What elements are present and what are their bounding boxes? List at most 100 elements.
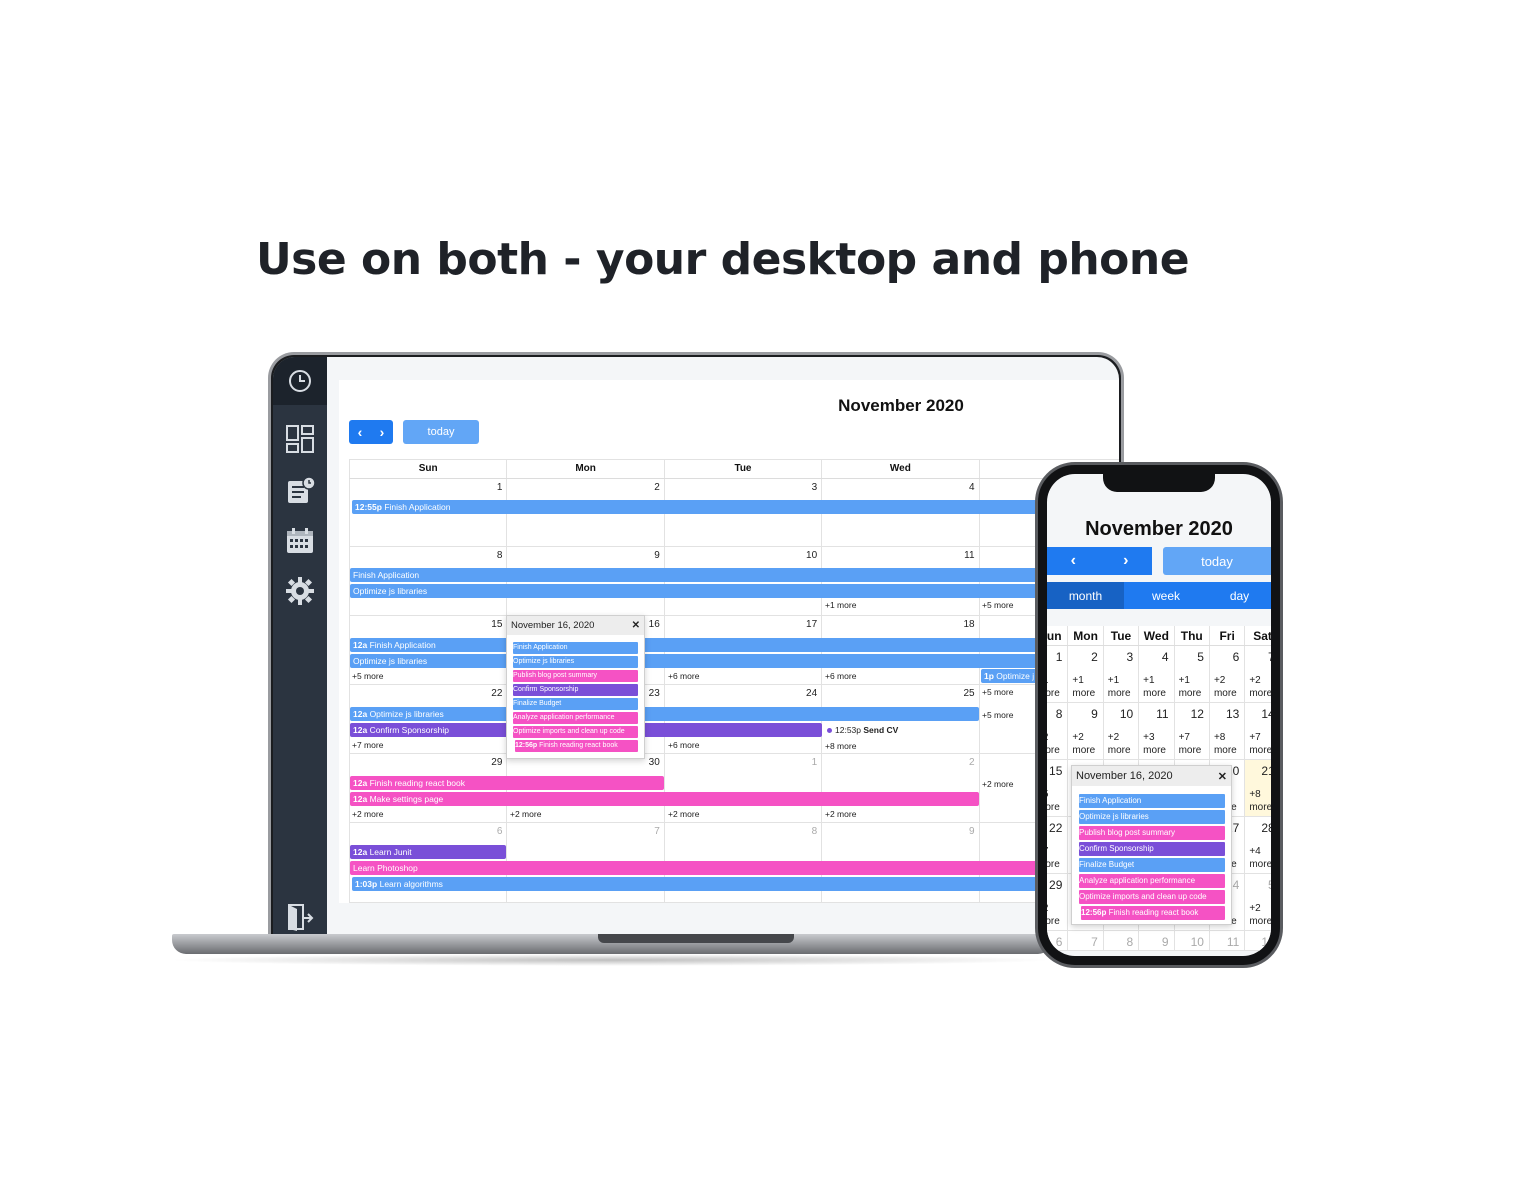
popover-event[interactable]: Finish Application <box>513 642 638 654</box>
day-number[interactable]: 8 <box>1056 707 1063 721</box>
more-link[interactable]: +2 more <box>982 779 1013 789</box>
more-link[interactable]: +6 more <box>825 671 856 681</box>
day-number[interactable]: 2 <box>1091 650 1098 664</box>
day-number[interactable]: 5 <box>1197 650 1204 664</box>
popover-event[interactable]: Finish Application <box>1079 794 1225 808</box>
day-number[interactable]: 9 <box>969 826 975 837</box>
event[interactable]: Learn Photoshop <box>350 861 1070 875</box>
day-number[interactable]: 18 <box>963 619 974 630</box>
more-link[interactable]: +2 more <box>1047 731 1067 757</box>
more-link[interactable]: +6 more <box>668 671 699 681</box>
day-number[interactable]: 14 <box>1261 707 1271 721</box>
more-link[interactable]: +7 more <box>1249 731 1271 757</box>
popover-event[interactable]: Publish blog post summary <box>513 670 638 682</box>
more-link[interactable]: +3 more <box>1143 731 1173 757</box>
phone-day-cell[interactable]: 9 +2 more <box>1068 703 1104 759</box>
day-number[interactable]: 11 <box>1227 935 1239 949</box>
day-number[interactable]: 17 <box>806 619 817 630</box>
day-number[interactable]: 7 <box>654 826 660 837</box>
phone-day-cell[interactable]: 1 +1 more <box>1047 646 1069 702</box>
phone-day-cell[interactable]: 9 <box>1139 931 1175 950</box>
phone-day-cell[interactable]: 28 +4 more <box>1245 817 1271 873</box>
event[interactable]: Optimize js libraries <box>350 654 1070 668</box>
phone-prev-button[interactable]: ‹ <box>1047 547 1100 575</box>
day-number[interactable]: 1 <box>497 482 503 493</box>
event[interactable]: 12a Learn Junit <box>350 845 506 859</box>
more-link[interactable]: +8 more <box>825 741 856 751</box>
day-number[interactable]: 10 <box>1120 707 1133 721</box>
more-link[interactable]: +6 more <box>668 740 699 750</box>
day-number[interactable]: 3 <box>1126 650 1133 664</box>
event[interactable]: 12:53p Send CV <box>827 725 898 735</box>
phone-day-cell[interactable]: 13 +8 more <box>1210 703 1246 759</box>
phone-day-cell[interactable]: 12 <box>1245 931 1271 950</box>
event[interactable]: 12:55p Finish Application <box>352 500 1052 514</box>
more-link[interactable]: +5 more <box>982 687 1013 697</box>
day-number[interactable]: 6 <box>1233 650 1240 664</box>
day-number[interactable]: 30 <box>649 757 660 768</box>
day-number[interactable]: 4 <box>1162 650 1169 664</box>
view-month-button[interactable]: month <box>1047 582 1124 609</box>
phone-day-cell[interactable]: 29 +2 more <box>1047 874 1069 930</box>
day-number[interactable]: 29 <box>491 757 502 768</box>
phone-day-cell[interactable]: 15 +5 more <box>1047 760 1069 816</box>
day-number[interactable]: 16 <box>649 619 660 630</box>
phone-day-cell[interactable]: 6 +2 more <box>1210 646 1246 702</box>
phone-day-cell[interactable]: 14 +7 more <box>1245 703 1271 759</box>
day-number[interactable]: 6 <box>1056 935 1063 949</box>
popover-event[interactable]: Finalize Budget <box>1079 858 1225 872</box>
popover-event[interactable]: 12:56p Finish reading react book <box>1081 906 1225 920</box>
phone-day-cell[interactable]: 8 <box>1104 931 1140 950</box>
more-link[interactable]: +8 more <box>1249 788 1271 814</box>
phone-day-cell[interactable]: 10 <box>1175 931 1210 950</box>
next-button[interactable]: › <box>371 420 393 444</box>
more-link[interactable]: +5 more <box>982 710 1013 720</box>
day-number[interactable]: 4 <box>1233 878 1240 892</box>
day-number[interactable]: 2 <box>654 482 660 493</box>
popover-event[interactable]: Analyze application performance <box>513 712 638 724</box>
phone-today-button[interactable]: today <box>1163 547 1271 575</box>
more-link[interactable]: +7 more <box>1047 845 1067 871</box>
more-link[interactable]: +7 more <box>1179 731 1209 757</box>
event[interactable]: 12a Make settings page <box>350 792 979 806</box>
day-number[interactable]: 3 <box>812 482 818 493</box>
more-link[interactable]: +2 more <box>1047 902 1067 928</box>
day-number[interactable]: 21 <box>1261 764 1271 778</box>
phone-day-cell[interactable]: 4 +1 more <box>1139 646 1175 702</box>
day-number[interactable]: 24 <box>806 688 817 699</box>
day-number[interactable]: 7 <box>1268 650 1271 664</box>
day-number[interactable]: 29 <box>1049 878 1062 892</box>
phone-day-cell[interactable]: 11 +3 more <box>1139 703 1175 759</box>
phone-close-icon[interactable]: ✕ <box>1218 770 1227 783</box>
clock-icon[interactable] <box>281 363 319 399</box>
event[interactable]: 12a Finish Application <box>350 638 1070 652</box>
popover-event[interactable]: Analyze application performance <box>1079 874 1225 888</box>
more-link[interactable]: +5 more <box>1047 788 1067 814</box>
more-link[interactable]: +2 more <box>1072 731 1102 757</box>
event[interactable]: 1:03p Learn algorithms <box>352 877 1072 891</box>
more-link[interactable]: +1 more <box>825 600 856 610</box>
phone-next-button[interactable]: › <box>1100 547 1153 575</box>
more-link[interactable]: +2 more <box>1249 674 1271 700</box>
day-number[interactable]: 4 <box>969 482 975 493</box>
event[interactable]: Finish Application <box>350 568 1070 582</box>
prev-button[interactable]: ‹ <box>349 420 371 444</box>
day-number[interactable]: 7 <box>1091 935 1098 949</box>
day-number[interactable]: 23 <box>649 688 660 699</box>
phone-day-cell[interactable]: 7 <box>1068 931 1104 950</box>
phone-day-cell[interactable]: 6 <box>1047 931 1069 950</box>
day-number[interactable]: 1 <box>1056 650 1063 664</box>
event[interactable]: Optimize js libraries <box>350 584 1070 598</box>
more-link[interactable]: +1 more <box>1047 674 1067 700</box>
phone-day-cell[interactable]: 5 +2 more <box>1245 874 1271 930</box>
day-number[interactable]: 5 <box>1268 878 1271 892</box>
calendar-icon[interactable] <box>281 523 319 559</box>
day-number[interactable]: 9 <box>654 550 660 561</box>
day-number[interactable]: 22 <box>491 688 502 699</box>
day-number[interactable]: 8 <box>812 826 818 837</box>
popover-event[interactable]: Optimize js libraries <box>513 656 638 668</box>
day-number[interactable]: 28 <box>1261 821 1271 835</box>
phone-day-cell[interactable]: 3 +1 more <box>1104 646 1140 702</box>
more-link[interactable]: +7 more <box>352 740 383 750</box>
logout-icon[interactable] <box>281 899 319 934</box>
